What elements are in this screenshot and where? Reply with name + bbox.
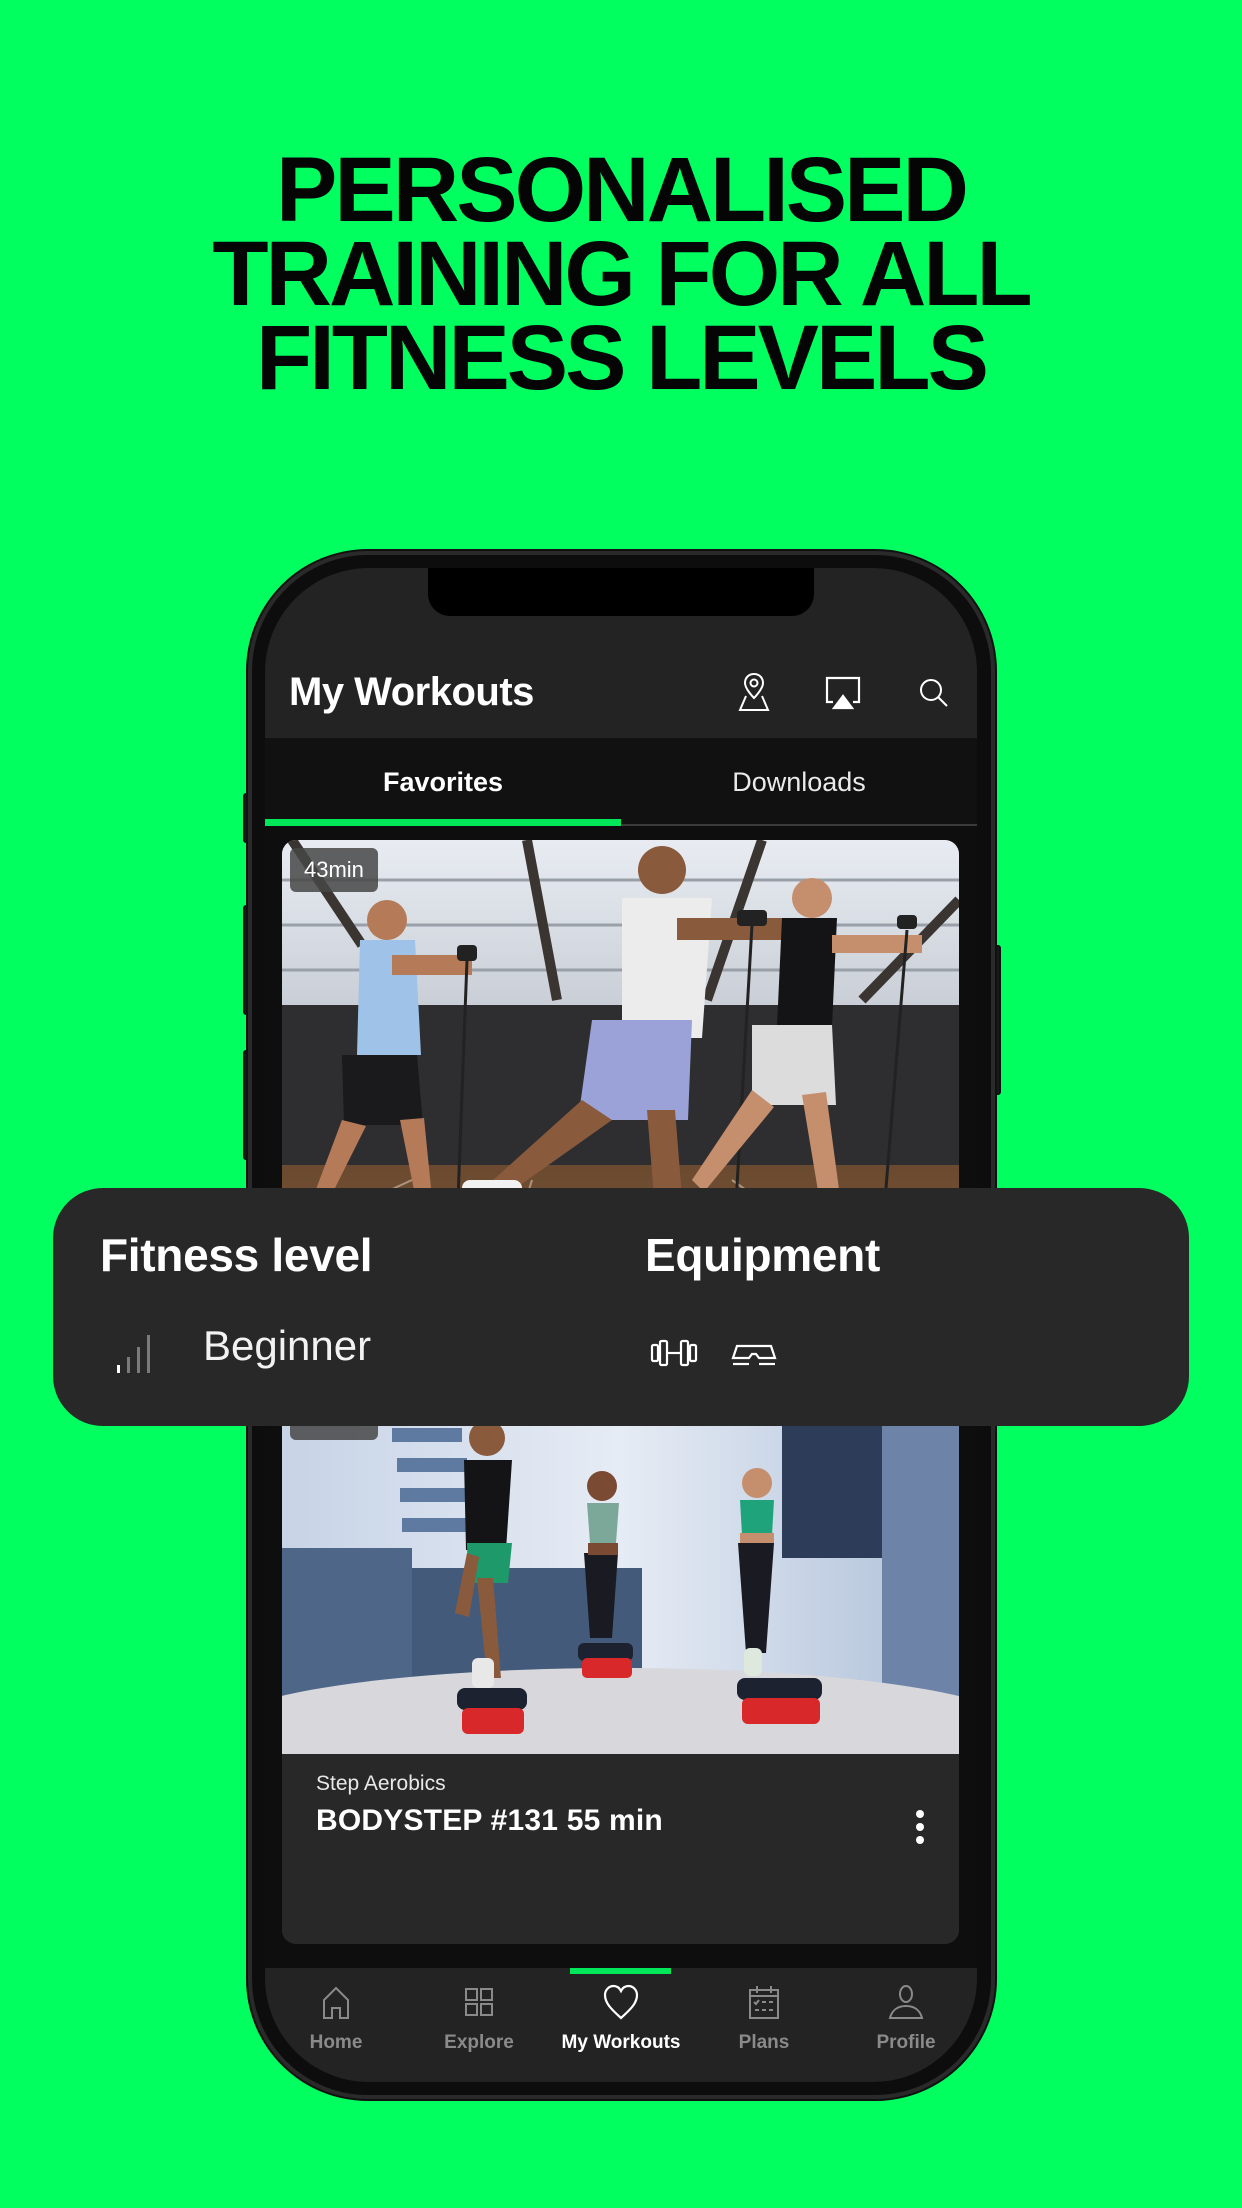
location-pin-icon[interactable]: [732, 670, 776, 714]
more-options-icon[interactable]: [908, 1810, 932, 1854]
nav-profile[interactable]: Profile: [835, 1982, 977, 2062]
nav-explore[interactable]: Explore: [408, 1982, 550, 2062]
search-icon[interactable]: [913, 670, 957, 714]
nav-home[interactable]: Home: [265, 1982, 407, 2062]
airplay-icon[interactable]: [821, 670, 865, 714]
heart-icon: [603, 1984, 639, 2020]
nav-label: My Workouts: [561, 2032, 681, 2053]
workout-thumbnail[interactable]: 53min: [282, 1388, 959, 1754]
tab-downloads[interactable]: Downloads: [621, 738, 977, 824]
calendar-icon: [749, 1986, 779, 2019]
nav-label: Plans: [738, 2032, 790, 2053]
workout-details-panel: Fitness level Beginner Equipment: [53, 1188, 1189, 1426]
signal-bars-icon: [113, 1325, 163, 1373]
fitness-level-value: Beginner: [203, 1322, 372, 1369]
tab-bar: Favorites Downloads: [265, 738, 977, 826]
fitness-level-heading: Fitness level: [100, 1229, 373, 1281]
active-tab-indicator: [265, 819, 621, 826]
bottom-navigation: Home Explore My Workouts Plans Profile: [265, 1968, 977, 2082]
active-nav-indicator: [570, 1968, 671, 1974]
person-icon: [888, 1985, 924, 2019]
headline-line-3: FITNESS LEVELS: [256, 307, 989, 409]
duration-badge: 43min: [290, 848, 378, 892]
phone-notch: [428, 568, 814, 616]
nav-my-workouts[interactable]: My Workouts: [550, 1982, 692, 2062]
grid-icon: [465, 1988, 493, 2016]
tab-favorites[interactable]: Favorites: [265, 738, 621, 824]
dumbbell-icon: [650, 1338, 698, 1368]
equipment-heading: Equipment: [645, 1229, 880, 1281]
page-title: My Workouts: [289, 670, 534, 714]
workout-title: BODYSTEP #131 55 min: [316, 1804, 663, 1837]
workout-category: Step Aerobics: [316, 1772, 446, 1795]
promo-headline: PERSONALISED TRAINING FOR ALL FITNESS LE…: [0, 139, 1242, 409]
workout-info: Step Aerobics BODYSTEP #131 55 min: [282, 1754, 959, 1944]
headline-line-1: PERSONALISED: [276, 139, 969, 241]
nav-plans[interactable]: Plans: [693, 1982, 835, 2062]
home-icon: [323, 1986, 349, 2019]
step-platform-icon: [729, 1338, 779, 1368]
nav-label: Profile: [876, 2032, 936, 2053]
nav-label: Home: [309, 2032, 363, 2053]
workout-card[interactable]: 53min Step Aerobics BODYSTEP #131 55 min: [282, 1388, 959, 1944]
nav-label: Explore: [444, 2032, 514, 2053]
headline-line-2: TRAINING FOR ALL: [212, 223, 1032, 325]
